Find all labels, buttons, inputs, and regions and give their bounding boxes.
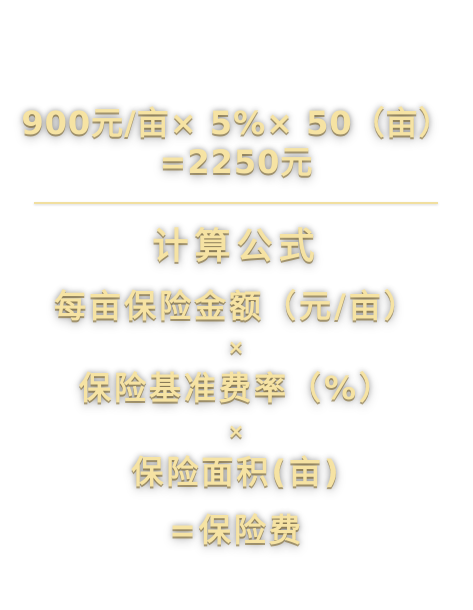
multiply-operator-1: × [227,335,246,359]
insurance-formula-card: 900元/亩× 5%× 50（亩） =2250元 计算公式 每亩保险金额（元/亩… [0,0,473,610]
multiply-operator-2: × [227,419,246,443]
formula-heading: 计算公式 [152,226,321,267]
divider [34,202,438,204]
formula-term-insured-amount: 每亩保险金额（元/亩） [54,287,419,325]
formula-term-base-rate: 保险基准费率（%） [78,369,395,407]
formula-term-area: 保险面积(亩) [131,453,342,491]
formula-result: =保险费 [169,511,304,549]
calculation-line-1: 900元/亩× 5%× 50（亩） [21,104,452,142]
calculation-line-2: =2250元 [159,143,314,181]
